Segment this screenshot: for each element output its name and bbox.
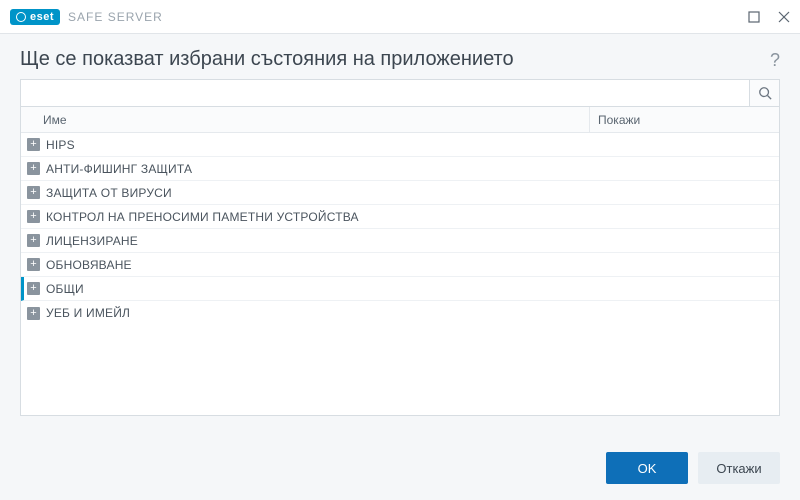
grid-filler: [21, 325, 779, 415]
expand-icon[interactable]: +: [27, 162, 40, 175]
maximize-icon[interactable]: [746, 9, 762, 25]
expand-icon[interactable]: +: [27, 138, 40, 151]
brand-badge: eset: [10, 9, 60, 25]
row-label: АНТИ-ФИШИНГ ЗАЩИТА: [46, 162, 192, 176]
search-icon: [758, 86, 772, 100]
table-row[interactable]: + ОБЩИ: [21, 277, 779, 301]
row-name-cell: + ОБЩИ: [24, 282, 589, 296]
table-row[interactable]: + HIPS: [21, 133, 779, 157]
close-icon[interactable]: [776, 9, 792, 25]
table-row[interactable]: + ЛИЦЕНЗИРАНЕ: [21, 229, 779, 253]
row-name-cell: + КОНТРОЛ НА ПРЕНОСИМИ ПАМЕТНИ УСТРОЙСТВА: [21, 210, 589, 224]
expand-icon[interactable]: +: [27, 282, 40, 295]
table-row[interactable]: + АНТИ-ФИШИНГ ЗАЩИТА: [21, 157, 779, 181]
table-row[interactable]: + КОНТРОЛ НА ПРЕНОСИМИ ПАМЕТНИ УСТРОЙСТВА: [21, 205, 779, 229]
row-label: HIPS: [46, 138, 75, 152]
table-row[interactable]: + ЗАЩИТА ОТ ВИРУСИ: [21, 181, 779, 205]
row-name-cell: + ОБНОВЯВАНЕ: [21, 258, 589, 272]
row-label: ЗАЩИТА ОТ ВИРУСИ: [46, 186, 172, 200]
search-input[interactable]: [21, 80, 749, 106]
titlebar: eset SAFE SERVER: [0, 0, 800, 34]
table-row[interactable]: + УЕБ И ИМЕЙЛ: [21, 301, 779, 325]
search-button[interactable]: [749, 80, 779, 106]
row-label: ОБНОВЯВАНЕ: [46, 258, 132, 272]
content: Име Покажи + HIPS + АНТИ-ФИШИНГ ЗАЩИТА + ЗАЩИ…: [0, 79, 800, 438]
ok-button[interactable]: OK: [606, 452, 688, 484]
expand-icon[interactable]: +: [27, 307, 40, 320]
row-name-cell: + УЕБ И ИМЕЙЛ: [21, 306, 589, 320]
header: Ще се показват избрани състояния на прил…: [0, 34, 800, 79]
expand-icon[interactable]: +: [27, 186, 40, 199]
window: eset SAFE SERVER Ще се показват избрани …: [0, 0, 800, 500]
row-label: ЛИЦЕНЗИРАНЕ: [46, 234, 138, 248]
search-row: [20, 79, 780, 107]
row-name-cell: + ЗАЩИТА ОТ ВИРУСИ: [21, 186, 589, 200]
row-name-cell: + АНТИ-ФИШИНГ ЗАЩИТА: [21, 162, 589, 176]
row-label: КОНТРОЛ НА ПРЕНОСИМИ ПАМЕТНИ УСТРОЙСТВА: [46, 210, 359, 224]
footer: OK Откажи: [0, 438, 800, 500]
product-name: SAFE SERVER: [68, 10, 163, 24]
expand-icon[interactable]: +: [27, 234, 40, 247]
row-name-cell: + HIPS: [21, 138, 589, 152]
column-name[interactable]: Име: [21, 113, 589, 127]
window-controls: [746, 9, 792, 25]
cancel-button[interactable]: Откажи: [698, 452, 780, 484]
help-icon[interactable]: ?: [770, 48, 780, 71]
grid-body: + HIPS + АНТИ-ФИШИНГ ЗАЩИТА + ЗАЩИТА ОТ ВИРУС…: [21, 133, 779, 325]
grid-header: Име Покажи: [21, 107, 779, 133]
expand-icon[interactable]: +: [27, 258, 40, 271]
column-show[interactable]: Покажи: [589, 107, 779, 132]
page-title: Ще се показват избрани състояния на прил…: [20, 48, 514, 71]
table-row[interactable]: + ОБНОВЯВАНЕ: [21, 253, 779, 277]
grid: Име Покажи + HIPS + АНТИ-ФИШИНГ ЗАЩИТА + ЗАЩИ…: [20, 107, 780, 416]
expand-icon[interactable]: +: [27, 210, 40, 223]
row-label: УЕБ И ИМЕЙЛ: [46, 306, 130, 320]
row-name-cell: + ЛИЦЕНЗИРАНЕ: [21, 234, 589, 248]
row-label: ОБЩИ: [46, 282, 84, 296]
